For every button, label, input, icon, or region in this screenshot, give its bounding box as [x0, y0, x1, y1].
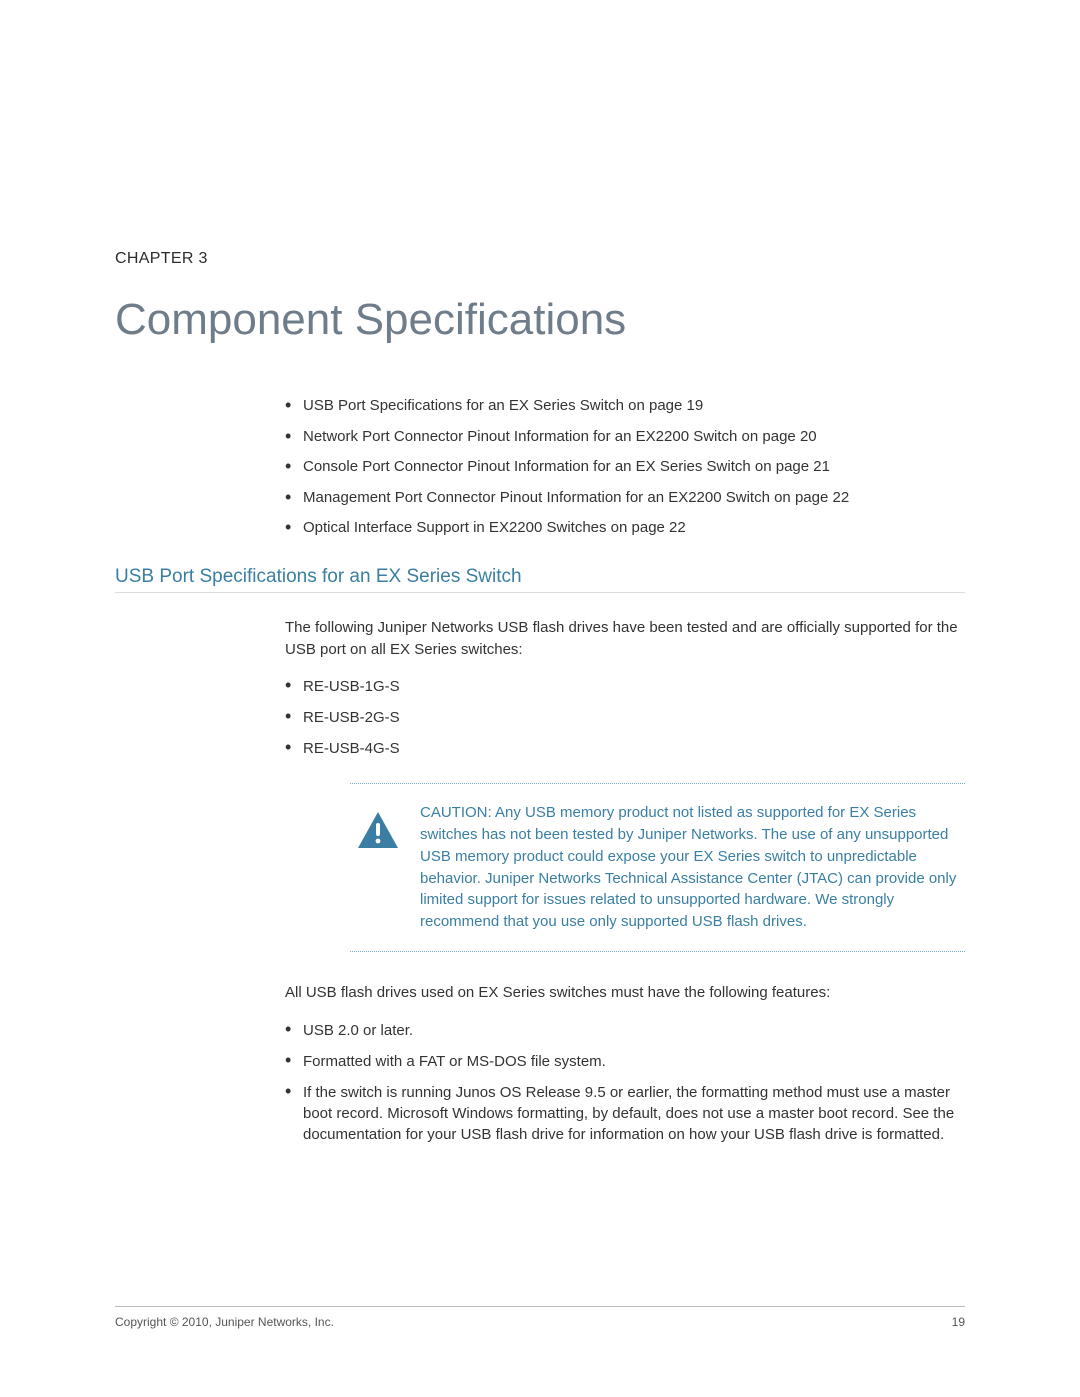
- footer-rule: [115, 1306, 965, 1307]
- section-rule: [115, 592, 965, 593]
- chapter-label: CHAPTER 3: [115, 250, 965, 268]
- list-item: RE-USB-4G-S: [285, 738, 965, 759]
- list-item: If the switch is running Junos OS Releas…: [285, 1082, 965, 1145]
- section-body: The following Juniper Networks USB flash…: [285, 617, 965, 1145]
- footer-page-number: 19: [952, 1315, 965, 1329]
- intro-paragraph: The following Juniper Networks USB flash…: [285, 617, 965, 661]
- chapter-title: Component Specifications: [115, 296, 965, 344]
- usb-model-list: RE-USB-1G-S RE-USB-2G-S RE-USB-4G-S: [285, 676, 965, 759]
- page-footer: Copyright © 2010, Juniper Networks, Inc.…: [115, 1306, 965, 1329]
- toc-item: Console Port Connector Pinout Informatio…: [285, 457, 965, 477]
- document-page: CHAPTER 3 Component Specifications USB P…: [0, 0, 1080, 1397]
- toc-item: USB Port Specifications for an EX Series…: [285, 396, 965, 416]
- features-list: USB 2.0 or later. Formatted with a FAT o…: [285, 1020, 965, 1145]
- list-item: RE-USB-1G-S: [285, 676, 965, 697]
- list-item: USB 2.0 or later.: [285, 1020, 965, 1041]
- list-item: RE-USB-2G-S: [285, 707, 965, 728]
- chapter-toc: USB Port Specifications for an EX Series…: [285, 396, 965, 538]
- caution-callout: CAUTION: Any USB memory product not list…: [350, 783, 965, 952]
- toc-item: Optical Interface Support in EX2200 Swit…: [285, 518, 965, 538]
- toc-item: Management Port Connector Pinout Informa…: [285, 488, 965, 508]
- section-heading: USB Port Specifications for an EX Series…: [115, 566, 965, 588]
- caution-icon: [356, 810, 400, 857]
- list-item: Formatted with a FAT or MS-DOS file syst…: [285, 1051, 965, 1072]
- footer-copyright: Copyright © 2010, Juniper Networks, Inc.: [115, 1315, 334, 1329]
- features-intro: All USB flash drives used on EX Series s…: [285, 982, 965, 1004]
- caution-text: CAUTION: Any USB memory product not list…: [420, 802, 965, 933]
- toc-item: Network Port Connector Pinout Informatio…: [285, 427, 965, 447]
